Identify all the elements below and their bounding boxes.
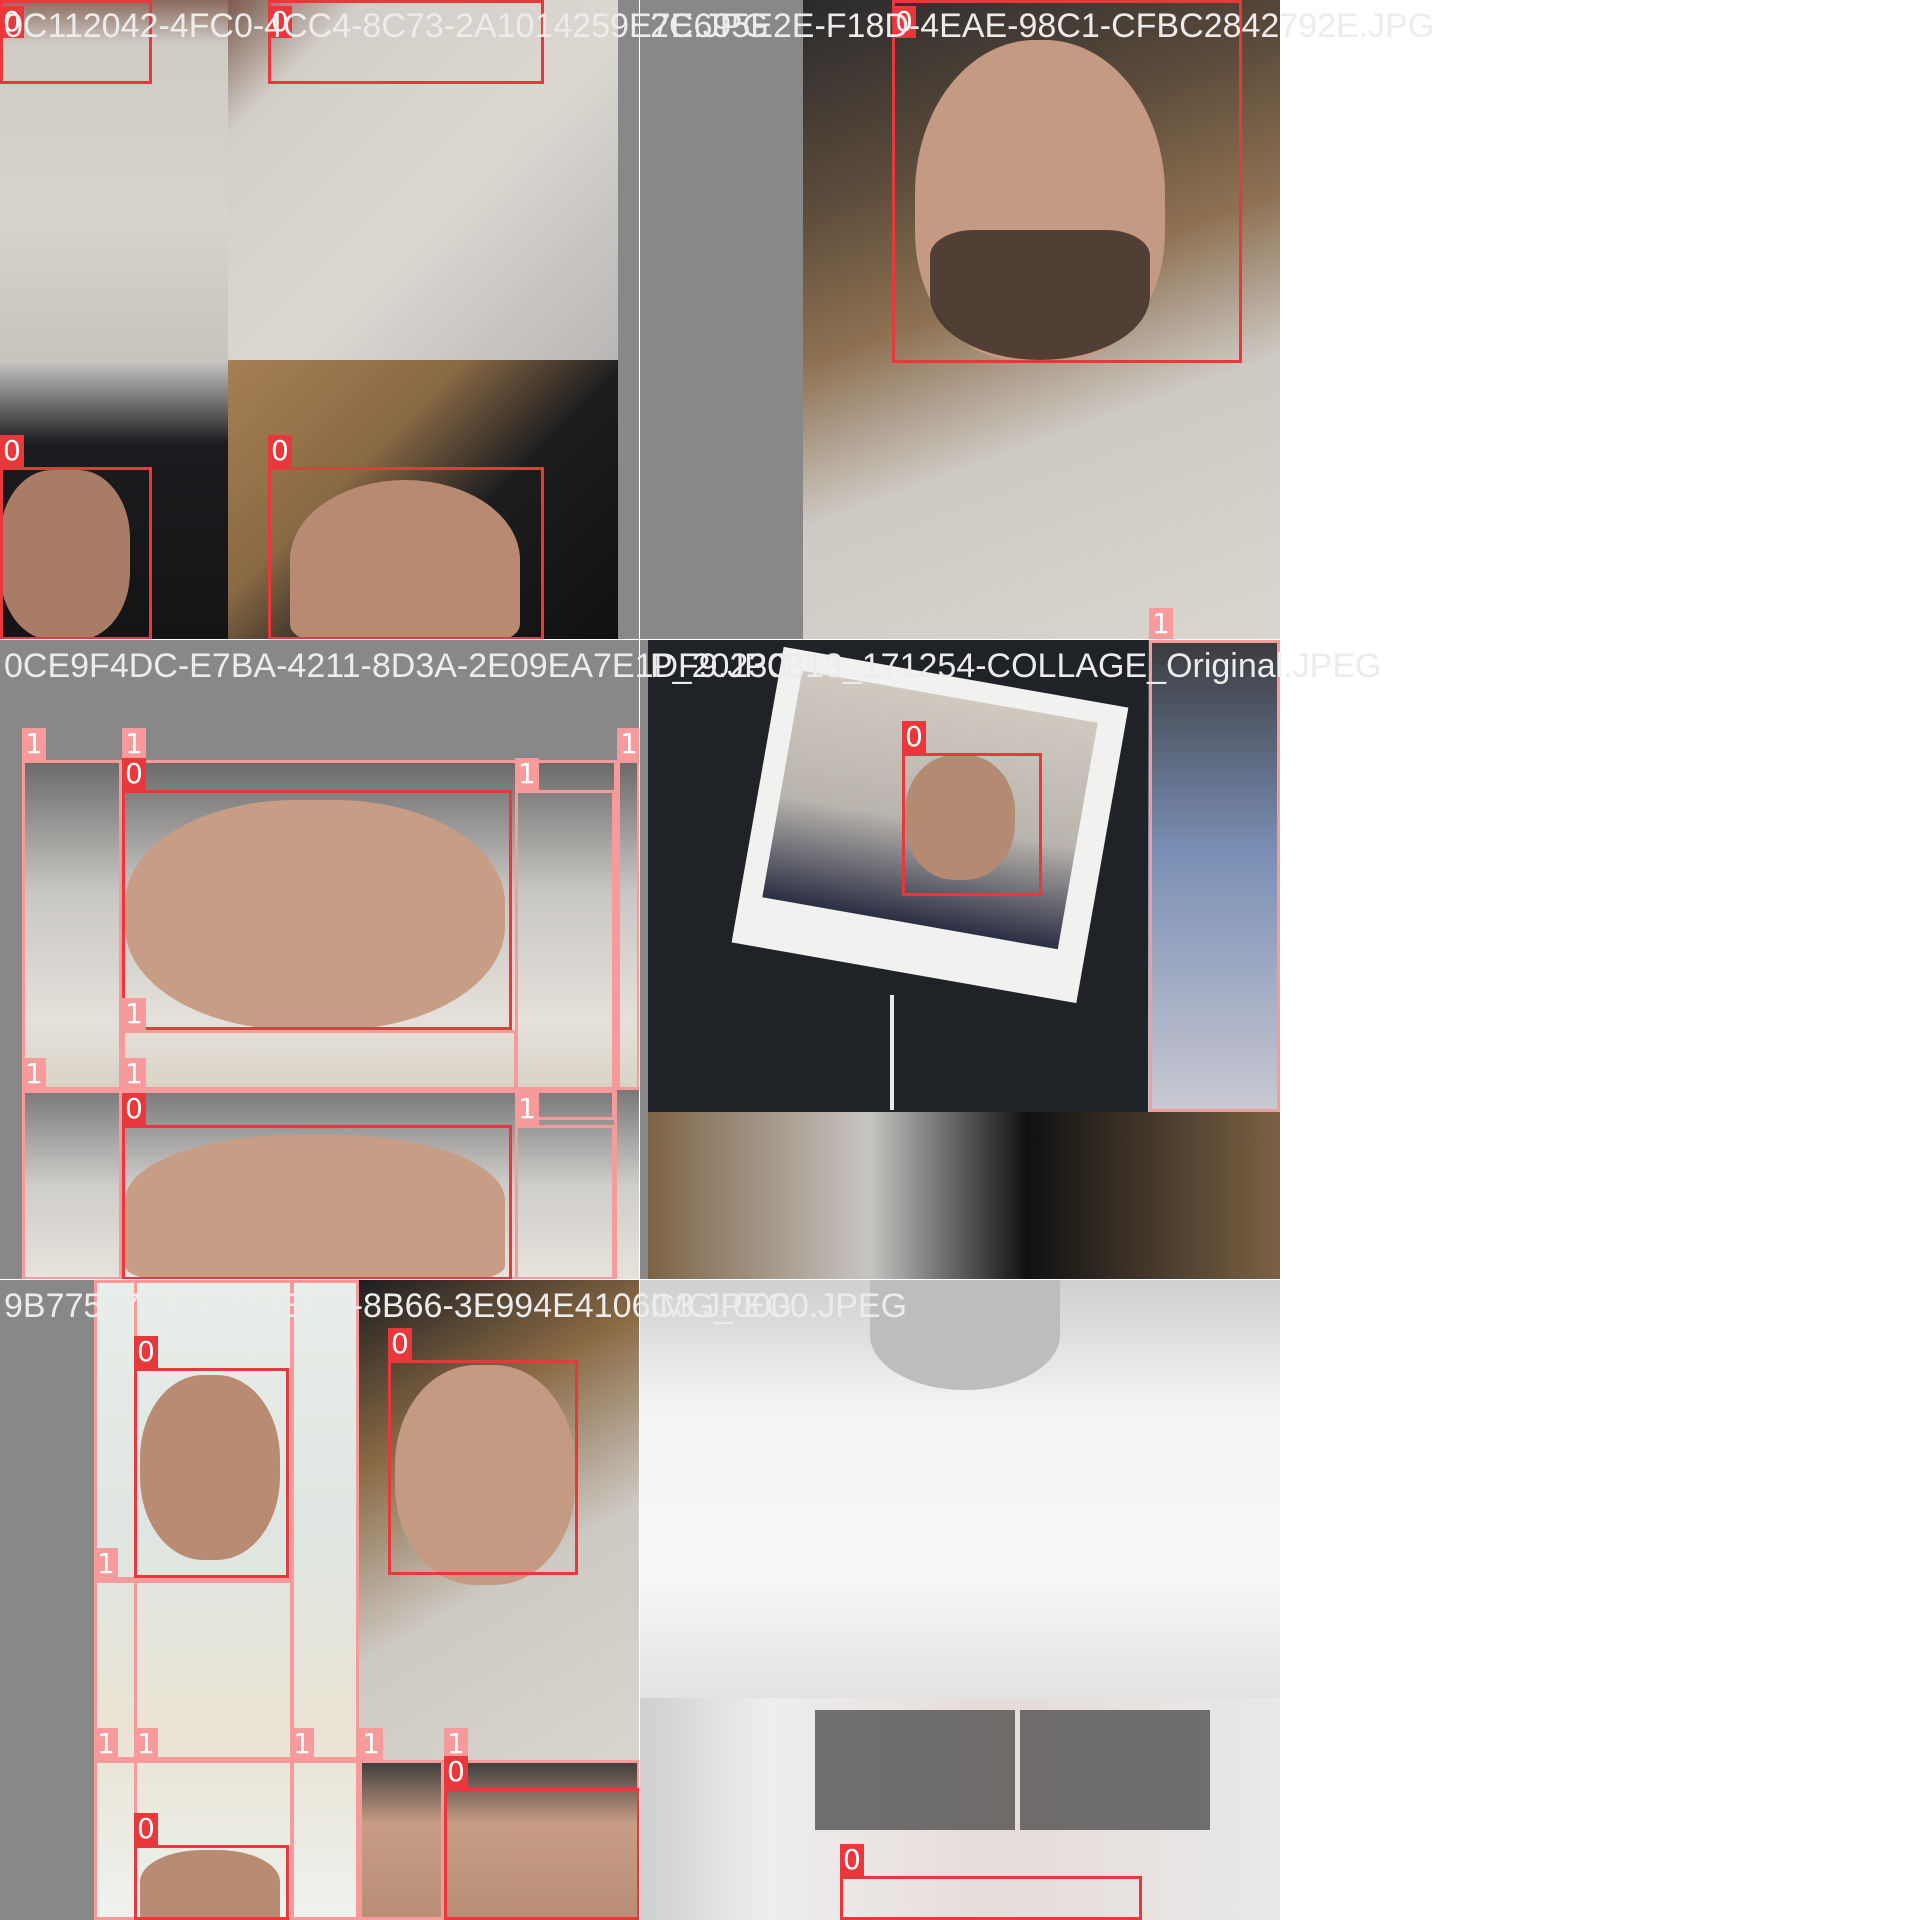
tile-0: 0 0 0 0 — [0, 0, 641, 641]
tile-filename: IMG_0000.JPEG — [650, 1287, 908, 1325]
balcony — [1020, 1710, 1210, 1830]
tile-filename: P_20230313_171254-COLLAGE_Original.JPEG — [650, 647, 1382, 685]
bbox-label: 0 — [134, 1813, 158, 1845]
bbox-label: 1 — [134, 1728, 158, 1760]
bbox-label: 0 — [388, 1328, 412, 1360]
bbox-label: 1 — [515, 758, 539, 790]
bbox-label: 1 — [122, 1058, 146, 1090]
tile-4: 1 1 1 0 0 1 1 1 1 1 1 0 0 — [0, 1279, 641, 1920]
bbox-label: 0 — [0, 435, 24, 467]
bbox-label: 1 — [359, 1728, 383, 1760]
bbox-label: 1 — [22, 1058, 46, 1090]
bbox-class-1 — [122, 1030, 517, 1090]
bbox-label: 1 — [617, 728, 640, 760]
bbox-label: 0 — [840, 1844, 864, 1876]
bbox-class-1 — [515, 1125, 615, 1280]
bbox-class-1 — [359, 1760, 444, 1920]
bbox-label: 1 — [1149, 608, 1173, 640]
tile-2: 1 1 1 1 0 1 1 1 0 1 — [0, 639, 641, 1281]
bbox-class-0 — [892, 0, 1242, 363]
photo-bottom — [648, 1112, 1280, 1280]
bbox-class-1 — [617, 760, 640, 1090]
tile-5: 0 — [639, 1279, 1281, 1920]
bbox-label: 1 — [515, 1093, 539, 1125]
tile-1: 0 1 — [639, 0, 1281, 641]
bbox-class-1 — [22, 1090, 122, 1280]
bbox-class-1 — [515, 790, 615, 1120]
arrow-drawing — [890, 995, 894, 1110]
bbox-label: 1 — [290, 1728, 314, 1760]
bbox-label: 0 — [122, 1093, 146, 1125]
bbox-label: 0 — [122, 758, 146, 790]
bbox-label: 1 — [122, 728, 146, 760]
bbox-class-1 — [290, 1280, 359, 1760]
bbox-class-0 — [134, 1845, 289, 1920]
mosaic-grid: 0 0 0 0 0 1 1 1 1 1 0 1 1 1 0 1 0 0 0 1 … — [0, 0, 1920, 1920]
bbox-class-1 — [1149, 640, 1280, 1112]
bbox-label: 1 — [122, 998, 146, 1030]
bbox-class-0 — [444, 1788, 640, 1920]
tile-3: 0 1 — [639, 639, 1281, 1281]
bbox-label: 0 — [444, 1756, 468, 1788]
bbox-label: 1 — [94, 1728, 118, 1760]
bbox-label: 0 — [902, 721, 926, 753]
bbox-class-0 — [902, 753, 1042, 896]
bbox-class-0 — [268, 467, 544, 640]
bbox-label: 1 — [94, 1548, 118, 1580]
bbox-class-0 — [388, 1360, 578, 1575]
bbox-class-0 — [122, 1125, 512, 1280]
bbox-class-0 — [840, 1876, 1142, 1920]
bbox-class-1 — [290, 1760, 359, 1920]
balcony — [815, 1710, 1015, 1830]
bbox-label: 1 — [22, 728, 46, 760]
bbox-label: 0 — [268, 435, 292, 467]
bbox-class-1 — [22, 760, 122, 1090]
tile-filename: 2C695E2E-F18D-4EAE-98C1-CFBC2842792E.JPG — [650, 7, 1435, 45]
bbox-class-0 — [122, 790, 512, 1030]
bbox-class-1 — [94, 1580, 294, 1760]
bbox-class-0 — [0, 467, 152, 640]
bbox-class-0 — [134, 1368, 289, 1578]
bbox-label: 0 — [134, 1336, 158, 1368]
